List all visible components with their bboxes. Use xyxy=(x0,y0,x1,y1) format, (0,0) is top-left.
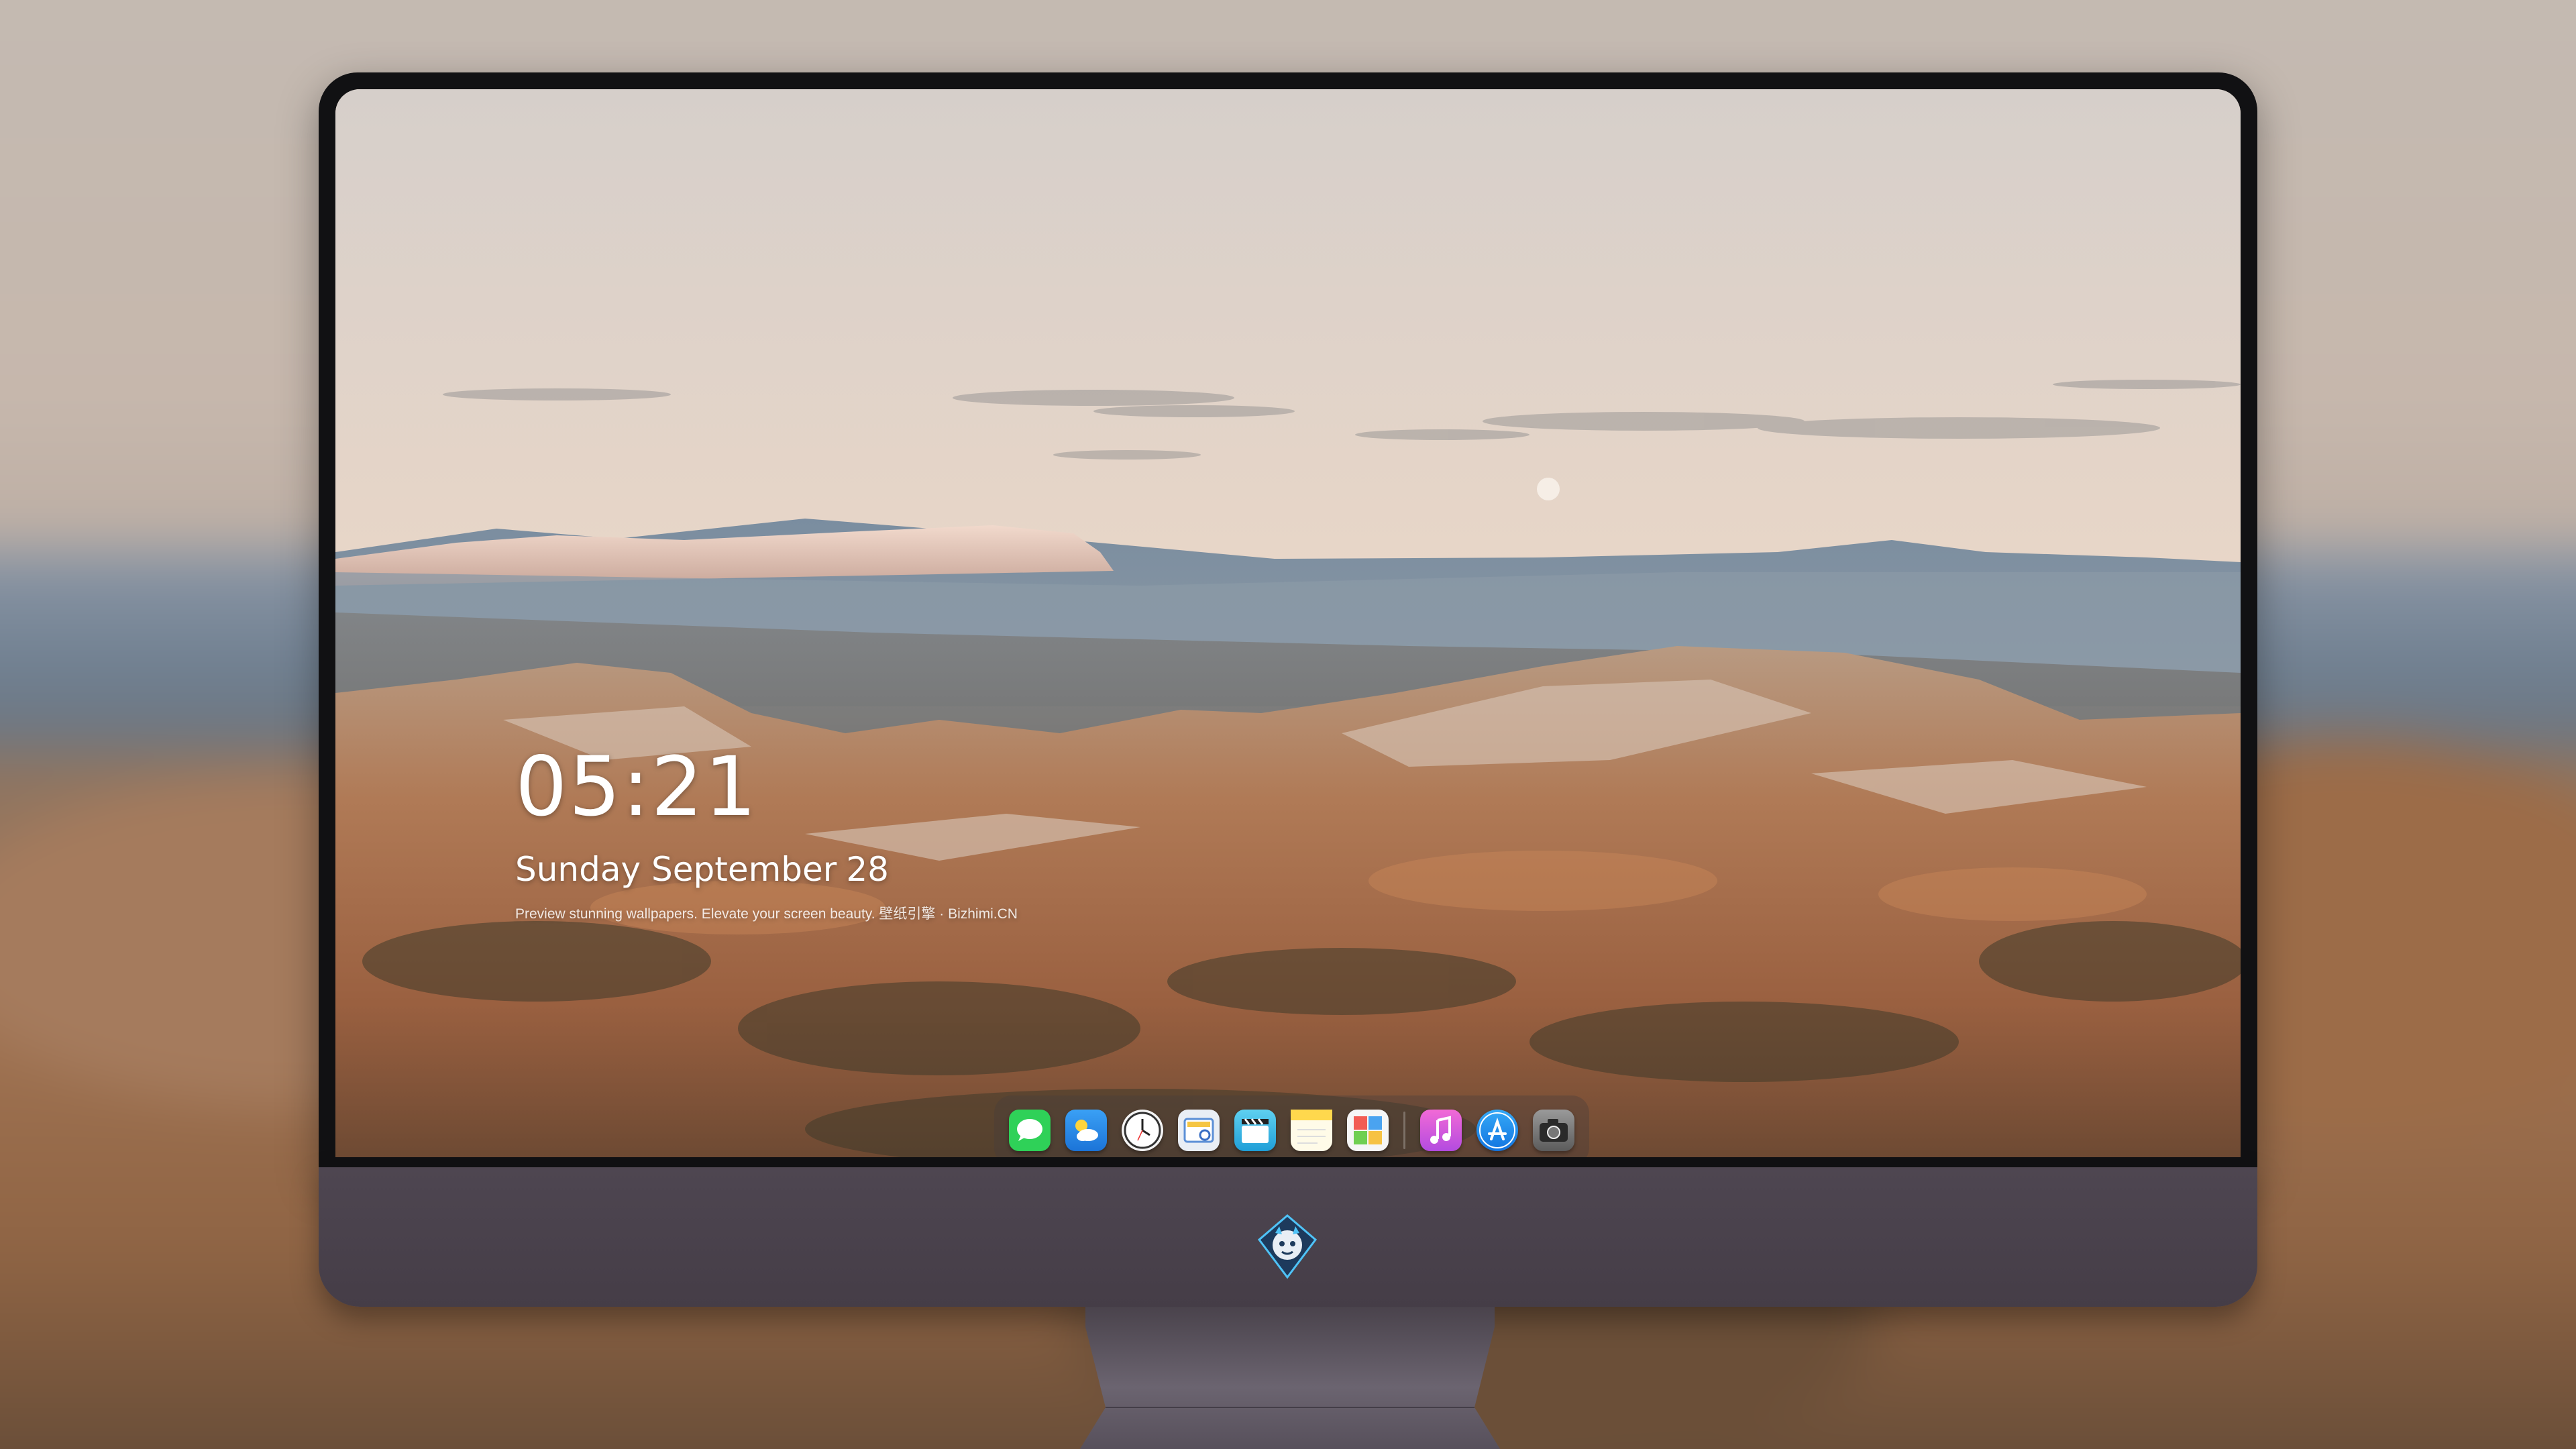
dock xyxy=(994,1095,1589,1157)
clock-icon[interactable] xyxy=(1122,1110,1163,1151)
monitor-stand xyxy=(1079,1307,1501,1449)
wallpaper-tagline: Preview stunning wallpapers. Elevate you… xyxy=(515,906,1018,922)
monitor-chin xyxy=(319,1167,2257,1307)
date-weekday-month: Sunday September xyxy=(515,850,837,889)
dragon-mascot-icon xyxy=(1257,1214,1318,1279)
lock-screen-info: 05:21 Sunday September 28 Preview stunnin… xyxy=(515,743,1018,923)
monitor-screen: 05:21 Sunday September 28 Preview stunnin… xyxy=(335,89,2241,1157)
date-day: 28 xyxy=(846,850,889,889)
app-store-icon[interactable] xyxy=(1477,1110,1518,1151)
camera-icon[interactable] xyxy=(1533,1110,1574,1151)
messages-icon[interactable] xyxy=(1009,1110,1051,1151)
date-label: Sunday September 28 xyxy=(515,849,1018,890)
monitor-bezel: 05:21 Sunday September 28 Preview stunnin… xyxy=(319,72,2257,1173)
wallpaper-image xyxy=(335,89,2241,1157)
music-icon[interactable] xyxy=(1420,1110,1462,1151)
photos-icon[interactable] xyxy=(1347,1110,1389,1151)
moon xyxy=(1537,478,1560,500)
weather-icon[interactable] xyxy=(1065,1110,1107,1151)
desktop-stage: 05:21 Sunday September 28 Preview stunnin… xyxy=(0,0,2576,1449)
dock-separator xyxy=(1403,1112,1405,1149)
monitor: 05:21 Sunday September 28 Preview stunnin… xyxy=(319,72,2257,1449)
preview-icon[interactable] xyxy=(1178,1110,1220,1151)
notes-icon[interactable] xyxy=(1291,1110,1332,1151)
clock-time: 05:21 xyxy=(515,739,758,835)
video-icon[interactable] xyxy=(1234,1110,1276,1151)
